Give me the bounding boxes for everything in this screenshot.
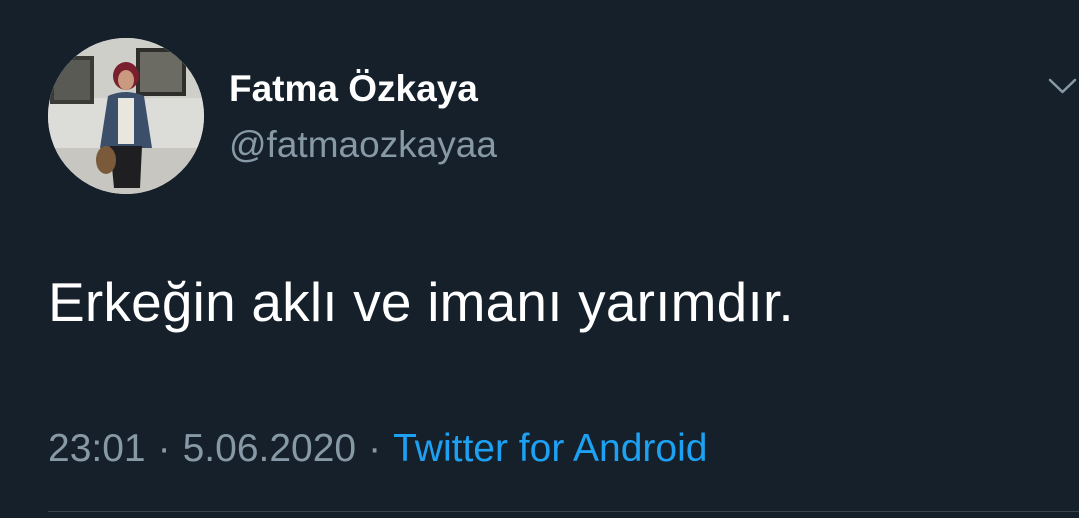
tweet-text: Erkeğin aklı ve imanı yarımdır. (48, 271, 794, 333)
avatar[interactable] (48, 38, 204, 194)
tweet-card: Fatma Özkaya @fatmaozkayaa Erkeğin aklı … (0, 0, 1079, 518)
tweet-date[interactable]: 5.06.2020 (183, 427, 357, 471)
tweet-source-link[interactable]: Twitter for Android (393, 427, 707, 471)
meta-separator: · (157, 427, 171, 470)
author-handle[interactable]: @fatmaozkayaa (229, 124, 497, 166)
divider (48, 511, 1079, 512)
chevron-down-icon[interactable] (1046, 72, 1079, 102)
author-display-name[interactable]: Fatma Özkaya (229, 68, 478, 110)
profile-photo-icon (48, 38, 204, 194)
meta-separator: · (368, 427, 382, 470)
tweet-time[interactable]: 23:01 (48, 427, 146, 471)
tweet-meta: 23:01 · 5.06.2020 · Twitter for Android (48, 427, 707, 471)
